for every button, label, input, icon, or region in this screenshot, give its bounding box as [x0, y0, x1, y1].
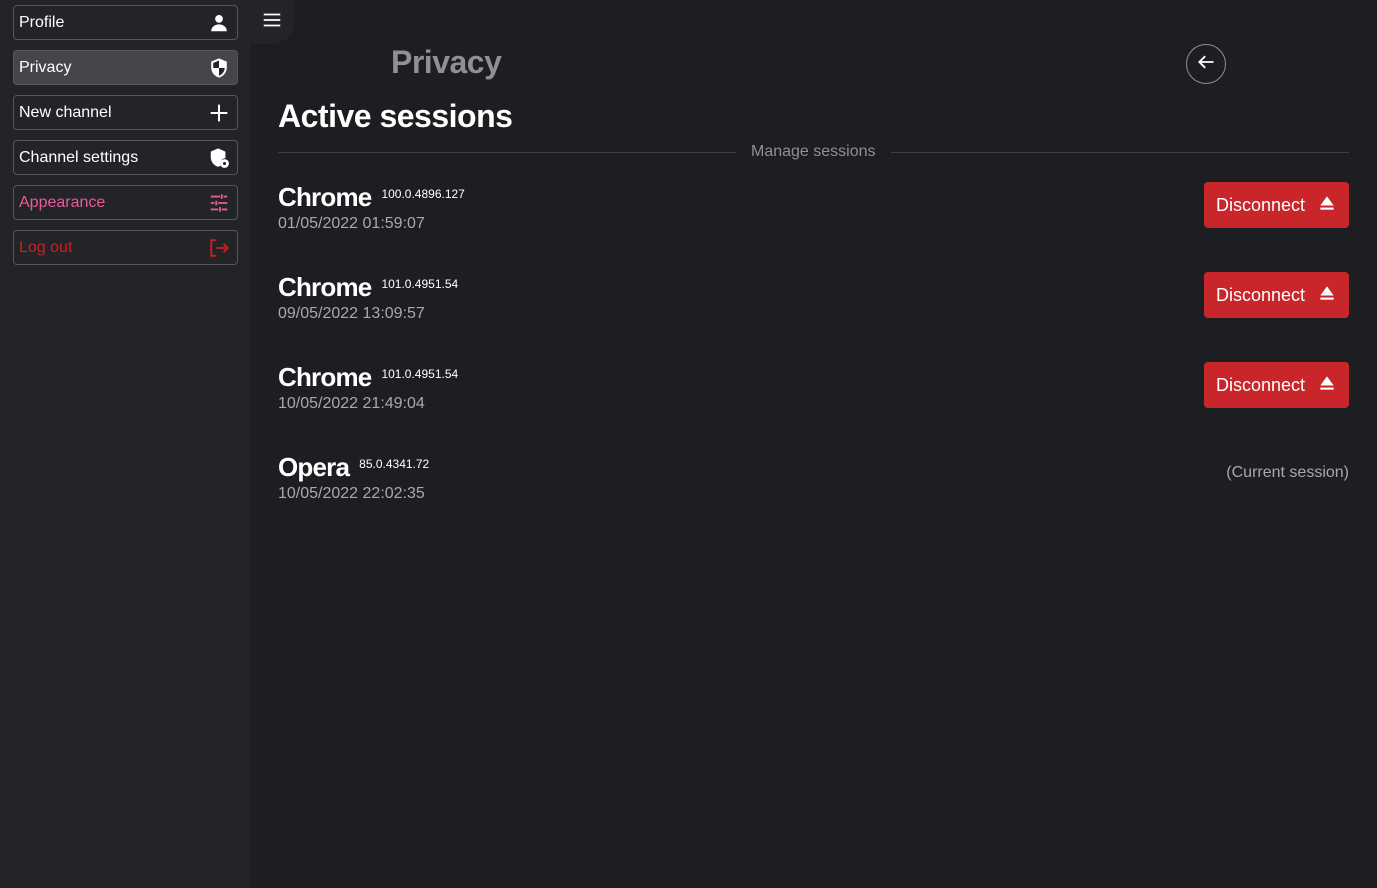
session-date: 10/05/2022 22:02:35	[278, 485, 425, 502]
eject-icon	[1305, 283, 1337, 308]
disconnect-label: Disconnect	[1215, 374, 1306, 395]
sidebar-item-label: Channel settings	[19, 148, 139, 166]
session-version: 100.0.4896.127	[381, 187, 465, 201]
sidebar-item-appearance[interactable]: Appearance	[13, 185, 238, 220]
page-title: Privacy	[391, 44, 502, 80]
menu-toggle-button[interactable]	[250, 0, 294, 44]
eject-icon	[1305, 193, 1337, 218]
session-browser: Chrome	[278, 362, 372, 392]
disconnect-button[interactable]: Disconnect	[1204, 362, 1349, 408]
session-row: Opera 85.0.4341.72 10/05/2022 22:02:35 (…	[278, 452, 1349, 502]
sidebar: Profile Privacy New channel Channel sett…	[0, 0, 250, 888]
disconnect-button[interactable]: Disconnect	[1204, 182, 1349, 228]
back-button[interactable]	[1186, 44, 1226, 84]
section-title: Active sessions	[278, 98, 513, 134]
sidebar-item-channel-settings[interactable]: Channel settings	[13, 140, 238, 175]
section-divider: Manage sessions	[278, 141, 1349, 163]
session-version: 101.0.4951.54	[381, 367, 459, 381]
sidebar-item-label: Privacy	[19, 58, 72, 76]
sidebar-item-log-out[interactable]: Log out	[13, 230, 238, 265]
divider-line	[278, 151, 736, 153]
person-icon	[207, 11, 231, 35]
logout-icon	[207, 236, 231, 260]
shield-icon	[207, 56, 231, 80]
session-row: Chrome 101.0.4951.54 10/05/2022 21:49:04…	[278, 362, 1349, 412]
divider-line	[890, 151, 1349, 153]
sidebar-item-privacy[interactable]: Privacy	[13, 50, 238, 85]
shield-gear-icon	[207, 146, 231, 170]
sidebar-item-label: Log out	[19, 238, 73, 256]
session-row: Chrome 100.0.4896.127 01/05/2022 01:59:0…	[278, 182, 1349, 232]
session-browser: Chrome	[278, 272, 372, 302]
session-browser: Opera	[278, 452, 350, 482]
disconnect-button[interactable]: Disconnect	[1204, 272, 1349, 318]
session-row: Chrome 101.0.4951.54 09/05/2022 13:09:57…	[278, 272, 1349, 322]
disconnect-label: Disconnect	[1215, 194, 1306, 215]
sidebar-item-profile[interactable]: Profile	[13, 5, 238, 40]
current-session-label: (Current session)	[1226, 464, 1349, 481]
hamburger-icon	[261, 9, 283, 36]
session-date: 09/05/2022 13:09:57	[278, 305, 425, 322]
divider-label: Manage sessions	[751, 143, 876, 160]
session-version: 101.0.4951.54	[381, 277, 459, 291]
session-date: 10/05/2022 21:49:04	[278, 395, 425, 412]
plus-icon	[207, 101, 231, 125]
session-version: 85.0.4341.72	[359, 457, 430, 471]
sliders-icon	[207, 191, 231, 215]
arrow-left-icon	[1196, 52, 1216, 77]
disconnect-label: Disconnect	[1215, 284, 1306, 305]
sidebar-item-new-channel[interactable]: New channel	[13, 95, 238, 130]
eject-icon	[1305, 373, 1337, 398]
sidebar-item-label: New channel	[19, 103, 112, 121]
session-browser: Chrome	[278, 182, 372, 212]
session-date: 01/05/2022 01:59:07	[278, 215, 425, 232]
sidebar-item-label: Appearance	[19, 193, 106, 211]
sidebar-item-label: Profile	[19, 13, 65, 31]
